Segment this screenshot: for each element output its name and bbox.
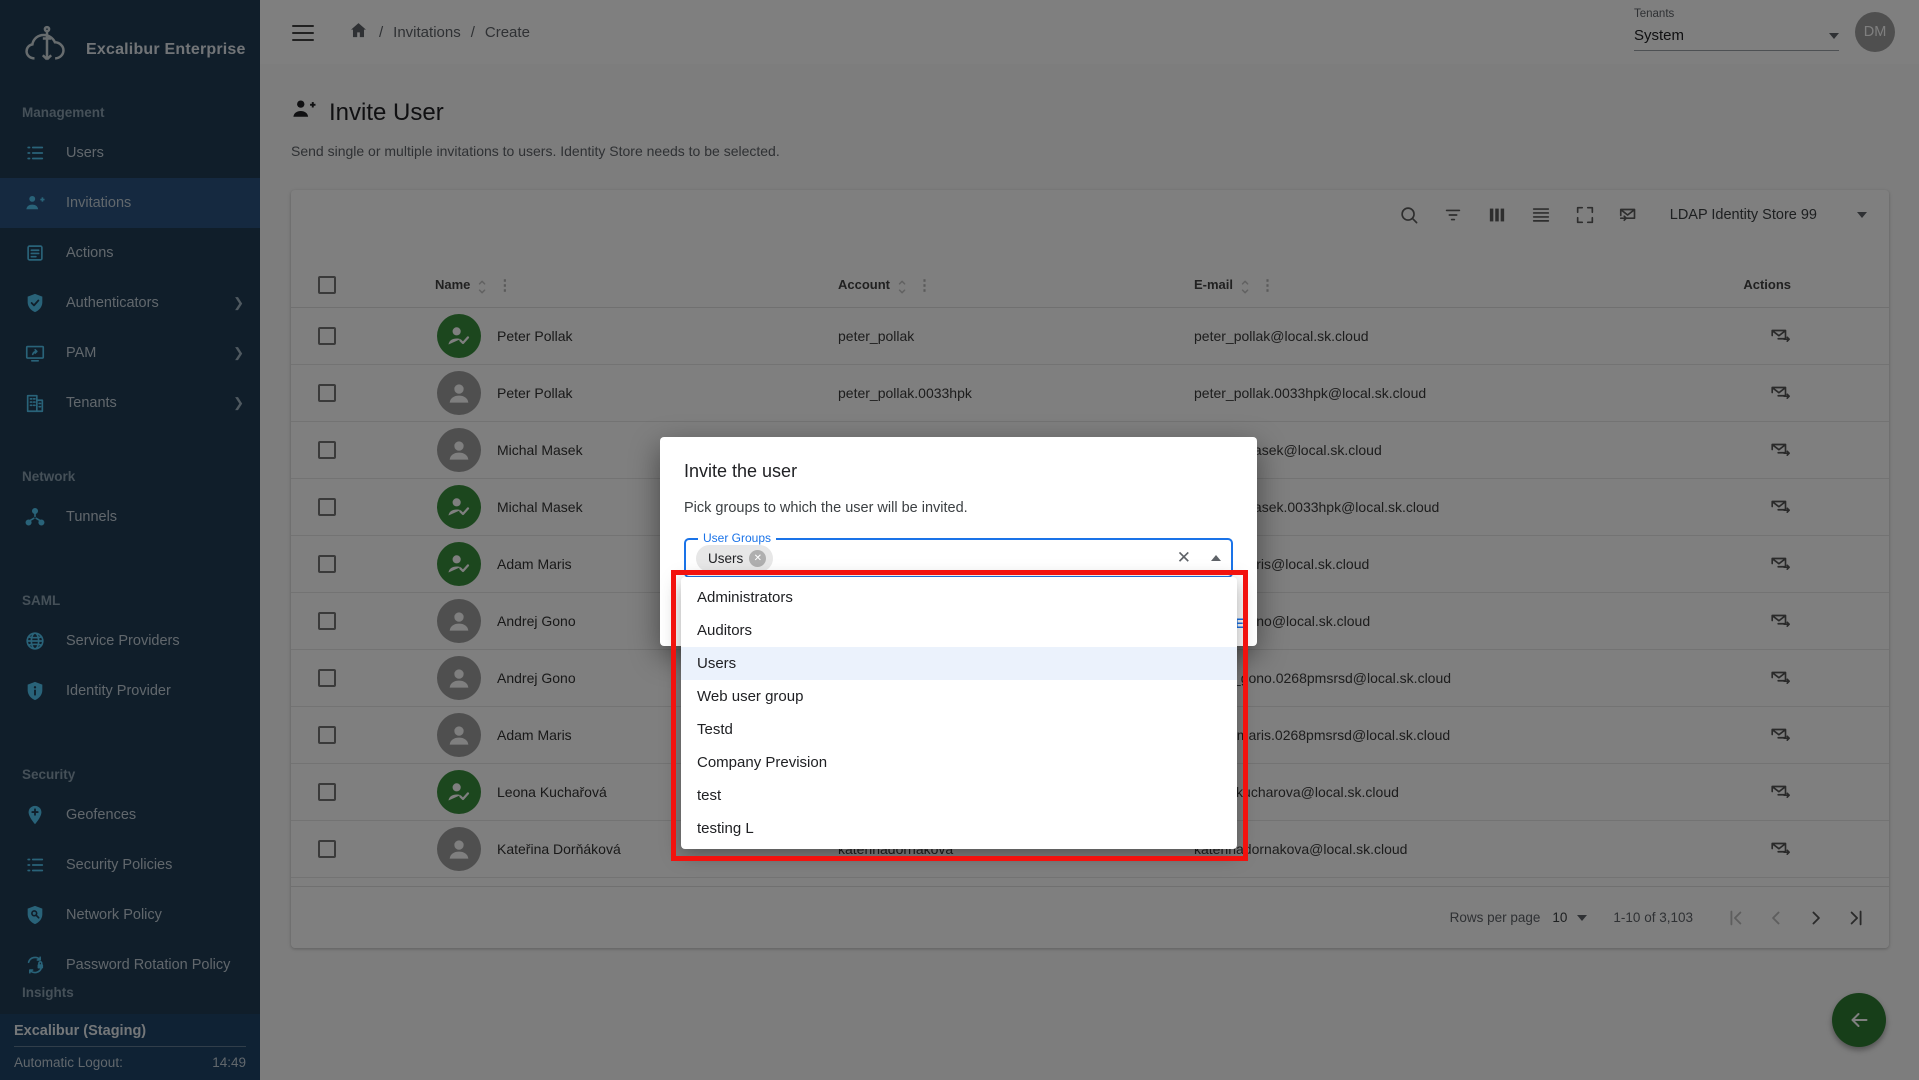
dropdown-option-users[interactable]: Users	[681, 647, 1237, 680]
dropdown-option-company-prevision[interactable]: Company Prevision	[681, 746, 1237, 779]
dropdown-option-test[interactable]: test	[681, 779, 1237, 812]
dropdown-option-auditors[interactable]: Auditors	[681, 614, 1237, 647]
modal-description: Pick groups to which the user will be in…	[684, 500, 1233, 516]
user-groups-field[interactable]: User Groups Users ✕ ✕	[684, 538, 1233, 578]
modal-title: Invite the user	[684, 461, 1233, 482]
dropdown-option-testing-l[interactable]: testing L	[681, 812, 1237, 845]
users-chip: Users ✕	[696, 545, 773, 572]
dropdown-option-testd[interactable]: Testd	[681, 713, 1237, 746]
user-groups-field-label: User Groups	[698, 531, 776, 545]
chevron-up-icon[interactable]	[1211, 555, 1221, 561]
dropdown-option-web-user-group[interactable]: Web user group	[681, 680, 1237, 713]
chip-remove-icon[interactable]: ✕	[749, 550, 766, 567]
users-chip-label: Users	[708, 551, 743, 566]
dropdown-option-administrators[interactable]: Administrators	[681, 581, 1237, 614]
user-groups-dropdown: AdministratorsAuditorsUsersWeb user grou…	[681, 577, 1237, 849]
screen: Excalibur Enterprise ManagementUsersInvi…	[0, 0, 1919, 1080]
clear-field-icon[interactable]: ✕	[1177, 548, 1191, 568]
